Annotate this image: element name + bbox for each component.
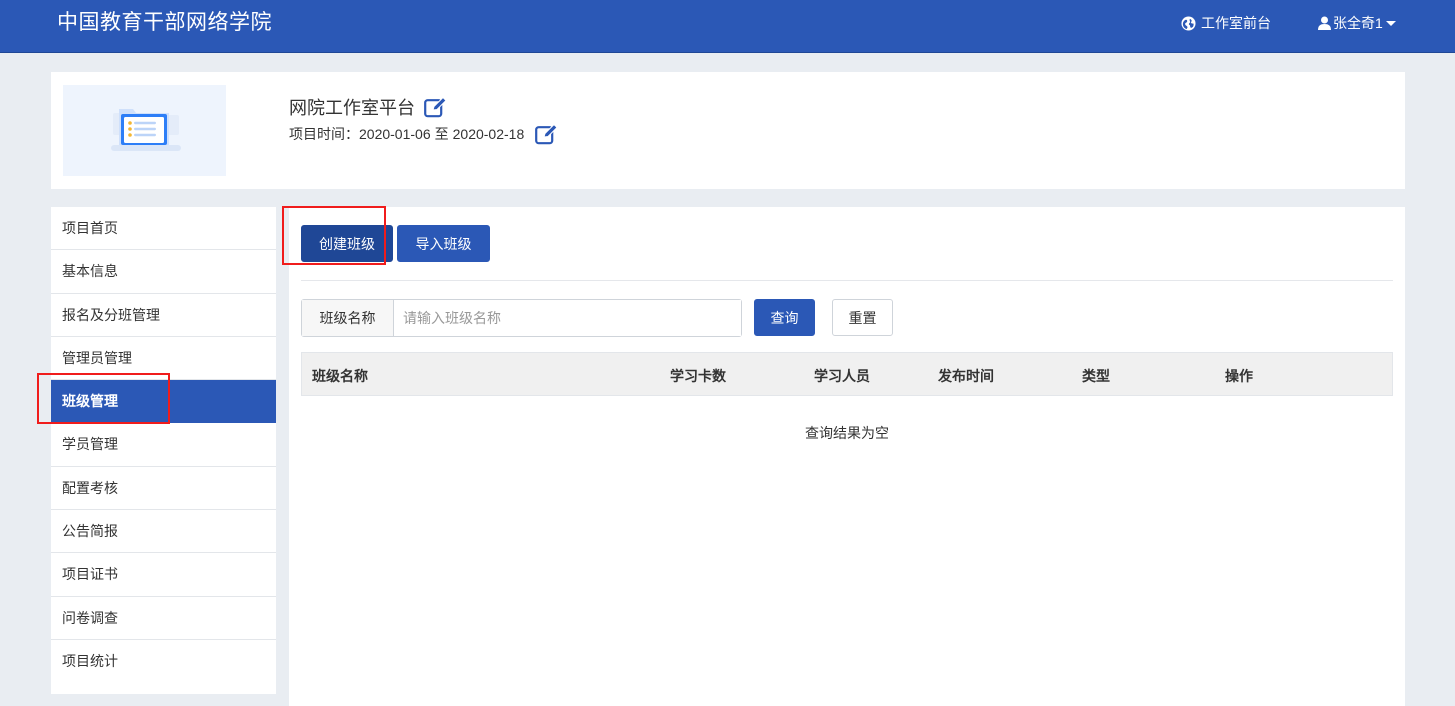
- sidebar-item-statistics[interactable]: 项目统计: [51, 640, 276, 683]
- sidebar-item-announcements[interactable]: 公告简报: [51, 510, 276, 554]
- project-end-date: 2020-02-18: [452, 126, 525, 142]
- project-title: 网院工作室平台: [289, 98, 415, 118]
- sidebar-item-certificates[interactable]: 项目证书: [51, 553, 276, 597]
- column-header-publish-time: 发布时间: [938, 368, 994, 384]
- class-name-search-input[interactable]: [394, 300, 741, 336]
- create-class-button[interactable]: 创建班级: [301, 225, 393, 262]
- sidebar-item-project-home[interactable]: 项目首页: [51, 207, 276, 251]
- sidebar-item-enrollment[interactable]: 报名及分班管理: [51, 294, 276, 337]
- column-header-type: 类型: [1082, 368, 1110, 384]
- folder-document-icon: [110, 108, 181, 151]
- toolbar-divider: [301, 280, 1393, 281]
- user-menu[interactable]: 张全奇1: [1318, 13, 1396, 33]
- reset-button[interactable]: 重置: [832, 299, 893, 336]
- caret-down-icon: [1385, 21, 1396, 26]
- column-header-actions: 操作: [1225, 368, 1253, 384]
- user-name: 张全奇1: [1333, 15, 1383, 31]
- edit-title-icon[interactable]: [424, 96, 448, 118]
- edit-time-icon[interactable]: [535, 123, 559, 145]
- sidebar-item-students[interactable]: 学员管理: [51, 423, 276, 467]
- class-name-search-group: 班级名称: [301, 299, 742, 337]
- sidebar-item-assessment[interactable]: 配置考核: [51, 467, 276, 511]
- sidebar-item-surveys[interactable]: 问卷调查: [51, 597, 276, 640]
- import-class-button[interactable]: 导入班级: [397, 225, 490, 262]
- project-start-date: 2020-01-06: [359, 126, 431, 142]
- project-title-row: 网院工作室平台: [289, 94, 448, 120]
- column-header-class-name: 班级名称: [312, 368, 368, 384]
- empty-result-message: 查询结果为空: [805, 425, 889, 441]
- top-navbar: 中国教育干部网络学院 工作室前台 张全奇1: [0, 0, 1455, 53]
- table-header: 班级名称 学习卡数 学习人员 发布时间 类型 操作: [301, 352, 1393, 396]
- project-time-row: 项目时间： 2020-01-06 至 2020-02-18: [289, 123, 559, 145]
- sidebar-item-basic-info[interactable]: 基本信息: [51, 250, 276, 294]
- column-header-learners: 学习人员: [814, 368, 870, 384]
- project-time-label: 项目时间：: [289, 126, 359, 142]
- sidebar-menu: 项目首页 基本信息 报名及分班管理 管理员管理 班级管理 学员管理 配置考核 公…: [51, 207, 276, 694]
- main-content: 创建班级 导入班级 班级名称 查询 重置 班级名称 学习卡数 学习人员 发布时间…: [289, 207, 1405, 706]
- search-label: 班级名称: [302, 300, 394, 336]
- project-cover-image: [63, 85, 226, 176]
- sidebar-item-class-management[interactable]: 班级管理: [51, 380, 276, 424]
- studio-front-label: 工作室前台: [1201, 15, 1271, 31]
- column-header-card-count: 学习卡数: [670, 368, 726, 384]
- studio-front-link[interactable]: 工作室前台: [1181, 13, 1271, 33]
- sidebar-item-admins[interactable]: 管理员管理: [51, 337, 276, 381]
- project-info-card: 网院工作室平台 项目时间： 2020-01-06 至 2020-02-18: [51, 72, 1405, 189]
- date-separator: 至: [434, 126, 449, 142]
- user-icon: [1318, 16, 1331, 30]
- globe-icon: [1181, 15, 1196, 31]
- site-brand[interactable]: 中国教育干部网络学院: [57, 9, 272, 37]
- query-button[interactable]: 查询: [754, 299, 815, 336]
